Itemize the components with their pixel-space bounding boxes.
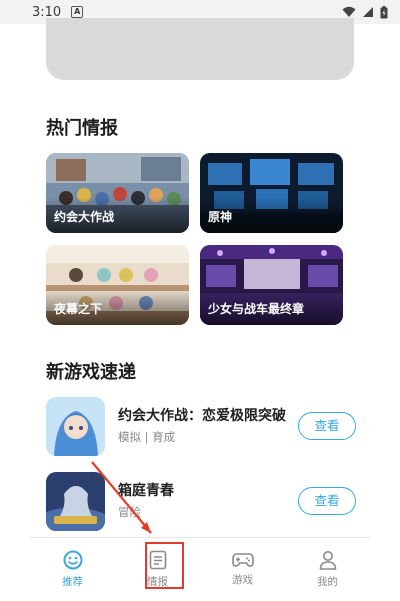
news-card-title: 约会大作战 xyxy=(54,210,115,224)
tab-label: 我的 xyxy=(317,576,338,588)
game-name: 约会大作战：恋爱极限突破 xyxy=(118,408,286,424)
game-genre: 冒险 xyxy=(118,505,141,519)
game-icon xyxy=(46,397,105,456)
news-card[interactable]: 夜幕之下 xyxy=(46,245,189,325)
smiley-icon xyxy=(63,550,82,570)
bottom-tab-bar: 推荐 情报 游戏 我的 xyxy=(30,537,370,601)
section-title-hot-news: 热门情报 xyxy=(46,118,118,139)
tab-label: 游戏 xyxy=(232,574,253,586)
person-icon xyxy=(319,551,336,570)
annotation-highlight-box xyxy=(145,542,184,589)
news-card[interactable]: 少女与战车最终章 xyxy=(200,245,343,325)
battery-icon xyxy=(380,5,388,18)
notification-icon: A xyxy=(71,6,84,18)
game-genre: 模拟 | 育成 xyxy=(118,430,176,444)
wifi-icon xyxy=(342,6,356,17)
top-banner[interactable] xyxy=(46,18,354,80)
news-card[interactable]: 原神 xyxy=(200,153,343,233)
tab-recommend[interactable]: 推荐 xyxy=(30,538,115,601)
news-card-title: 夜幕之下 xyxy=(54,302,103,316)
news-card[interactable]: 约会大作战 xyxy=(46,153,189,233)
tab-label: 推荐 xyxy=(62,576,83,588)
tab-profile[interactable]: 我的 xyxy=(285,538,370,601)
signal-icon xyxy=(363,7,373,17)
game-name: 箱庭青春 xyxy=(118,483,174,499)
game-icon xyxy=(46,472,105,531)
view-button[interactable]: 查看 xyxy=(298,487,356,515)
status-right xyxy=(342,5,388,19)
news-card-title: 原神 xyxy=(208,210,233,224)
game-list-item[interactable]: 箱庭青春 冒险 查看 xyxy=(46,472,356,534)
game-list-item[interactable]: 约会大作战：恋爱极限突破 模拟 | 育成 查看 xyxy=(46,397,356,459)
section-title-new-games: 新游戏速递 xyxy=(46,362,136,383)
gamepad-icon xyxy=(231,553,254,567)
view-button[interactable]: 查看 xyxy=(298,412,356,440)
news-card-title: 少女与战车最终章 xyxy=(208,302,305,316)
tab-games[interactable]: 游戏 xyxy=(200,538,285,601)
